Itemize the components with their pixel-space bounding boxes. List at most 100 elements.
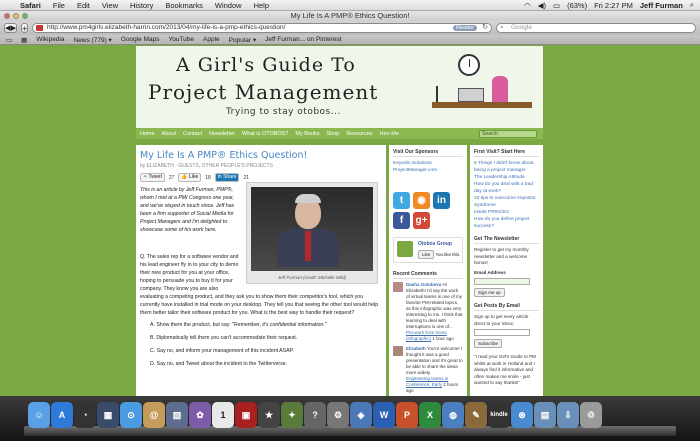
safari-icon[interactable]: ⊙	[120, 402, 142, 428]
bookmark-pinterest[interactable]: Jeff Furman... on Pinterest	[265, 36, 341, 43]
reader-button[interactable]: Reader	[452, 25, 477, 31]
menu-help[interactable]: Help	[248, 1, 275, 10]
newsletter-text: Register to get my monthly newsletter an…	[474, 247, 529, 265]
kindle-icon[interactable]: kindle	[488, 402, 510, 428]
like-button[interactable]: 👍 Like	[178, 173, 202, 182]
menubar-clock[interactable]: Fri 2:27 PM	[594, 1, 633, 10]
bookmark-news[interactable]: News (779) ▾	[74, 36, 112, 44]
facebook-icon[interactable]: f	[393, 212, 410, 229]
comment-author[interactable]: Elizabeth	[406, 346, 426, 351]
wifi-icon[interactable]: ◠	[524, 1, 531, 10]
comment-source[interactable]: Engineering teams in Conference, Early	[406, 376, 448, 387]
bookmark-google-maps[interactable]: Google Maps	[121, 36, 160, 43]
address-book-icon[interactable]: @	[143, 402, 165, 428]
sponsor-link-projectmanager[interactable]: ProjectManager.com	[393, 167, 463, 174]
rss-icon[interactable]: ◉	[413, 192, 430, 209]
trash-icon[interactable]: ♲	[580, 402, 602, 428]
fb-like-button[interactable]: Like	[418, 250, 435, 259]
menu-file[interactable]: File	[47, 1, 71, 10]
powerpoint-icon[interactable]: P	[396, 402, 418, 428]
site-tagline: Trying to stay otobos...	[226, 107, 341, 117]
linkedin-icon[interactable]: in	[433, 192, 450, 209]
photos-icon[interactable]: ✿	[189, 402, 211, 428]
menubar-user[interactable]: Jeff Furman	[640, 1, 683, 10]
forward-icon[interactable]: ▶	[11, 24, 16, 32]
search-field[interactable]: ⌕ Google	[496, 23, 696, 33]
start-link[interactable]: The Leadership Attitude	[474, 174, 539, 181]
twitter-icon[interactable]: t	[393, 192, 410, 209]
zoom-window-button[interactable]	[22, 13, 28, 19]
downloads-folder-icon[interactable]: ⇩	[557, 402, 579, 428]
menu-bookmarks[interactable]: Bookmarks	[159, 1, 209, 10]
address-bar[interactable]: http://www.pm4girls.elizabeth-harrin.com…	[32, 23, 492, 33]
nav-contact[interactable]: Contact	[183, 131, 202, 137]
linkedin-share-button[interactable]: in Share	[214, 173, 240, 182]
back-icon[interactable]: ◀	[5, 24, 10, 32]
start-link[interactable]: 10 tips to overcome Impostor Syndrome	[474, 195, 539, 209]
battery-icon[interactable]: ▭	[553, 1, 560, 10]
word-icon[interactable]: W	[373, 402, 395, 428]
bookmark-apple[interactable]: Apple	[203, 36, 220, 43]
signup-button[interactable]: Sign me up	[474, 288, 505, 297]
start-link[interactable]: How do you define project success?	[474, 216, 539, 230]
menu-window[interactable]: Window	[209, 1, 248, 10]
bookmark-popular[interactable]: Popular ▾	[229, 36, 256, 44]
system-preferences-icon[interactable]: ⚙	[327, 402, 349, 428]
iweb-icon[interactable]: ◈	[350, 402, 372, 428]
google-plus-icon[interactable]: g+	[413, 212, 430, 229]
preview-icon[interactable]: ▧	[166, 402, 188, 428]
finder-icon[interactable]: ☺	[28, 402, 50, 428]
help-icon[interactable]: ?	[304, 402, 326, 428]
subscribe-button[interactable]: Subscribe	[474, 339, 503, 348]
author-photo[interactable]: Jeff Furman (credit: Michelle Wild)	[246, 182, 378, 284]
nav-about[interactable]: About	[162, 131, 176, 137]
bookmark-youtube[interactable]: YouTube	[168, 36, 194, 43]
spotlight-icon[interactable]: ⌕	[690, 0, 694, 10]
post-title[interactable]: My Life Is A PMP® Ethics Question!	[140, 150, 382, 161]
posts-email-field[interactable]	[474, 329, 530, 336]
app-store-icon[interactable]: A	[51, 402, 73, 428]
reading-list-icon[interactable]: ▭	[6, 36, 12, 44]
excel-icon[interactable]: X	[419, 402, 441, 428]
nav-shop[interactable]: Shop	[327, 131, 340, 137]
address-url: http://www.pm4girls.elizabeth-harrin.com…	[47, 24, 286, 31]
site-search-input[interactable]: Search	[479, 129, 537, 138]
back-forward-buttons[interactable]: ◀ ▶	[4, 23, 18, 33]
volume-icon[interactable]: ◀)	[538, 1, 546, 10]
bookmark-wikipedia[interactable]: Wikipedia	[36, 36, 64, 43]
iphoto-icon[interactable]: ✦	[281, 402, 303, 428]
nav-home[interactable]: Home	[140, 131, 155, 137]
close-window-button[interactable]	[4, 13, 10, 19]
minimize-window-button[interactable]	[13, 13, 19, 19]
top-sites-icon[interactable]: ▦	[21, 36, 27, 44]
network-icon[interactable]: ⊛	[511, 402, 533, 428]
start-link[interactable]: Inside PRINCE2	[474, 209, 539, 216]
start-link[interactable]: 6 Things I didn't know about being a pro…	[474, 160, 539, 174]
documents-folder-icon[interactable]: ▤	[534, 402, 556, 428]
menu-safari[interactable]: Safari	[14, 1, 47, 10]
site-header[interactable]: A Girl's Guide To Project Management Try…	[136, 46, 543, 128]
nav-otobos[interactable]: What is OTOBOS?	[242, 131, 288, 137]
mission-control-icon[interactable]: ▦	[97, 402, 119, 428]
nav-resources[interactable]: Resources	[346, 131, 372, 137]
reload-icon[interactable]: ↻	[482, 24, 488, 32]
fb-page-name[interactable]: Otobos Group	[418, 241, 452, 247]
dashboard-icon[interactable]: ◔	[74, 402, 96, 428]
movie-icon[interactable]: ★	[258, 402, 280, 428]
comment-author[interactable]: Dasha Golubeva	[406, 282, 441, 287]
add-bookmark-button[interactable]: +	[21, 23, 28, 33]
email-field[interactable]	[474, 278, 530, 285]
nav-my-books[interactable]: My Books	[295, 131, 319, 137]
nav-newsletter[interactable]: Newsletter	[209, 131, 235, 137]
menu-edit[interactable]: Edit	[71, 1, 96, 10]
menu-history[interactable]: History	[124, 1, 159, 10]
globe-icon[interactable]: ◍	[442, 402, 464, 428]
nav-hire-me[interactable]: Hire Me	[380, 131, 399, 137]
menu-view[interactable]: View	[96, 1, 124, 10]
photo-booth-icon[interactable]: ▣	[235, 402, 257, 428]
start-link[interactable]: How do you deal with a bad day at work?	[474, 181, 539, 195]
tools-icon[interactable]: ✎	[465, 402, 487, 428]
tweet-button[interactable]: ✦ Tweet	[140, 173, 165, 182]
calendar-icon[interactable]: 1	[212, 402, 234, 428]
sponsor-link-keyedin[interactable]: KeyedIn Solutions	[393, 160, 463, 167]
